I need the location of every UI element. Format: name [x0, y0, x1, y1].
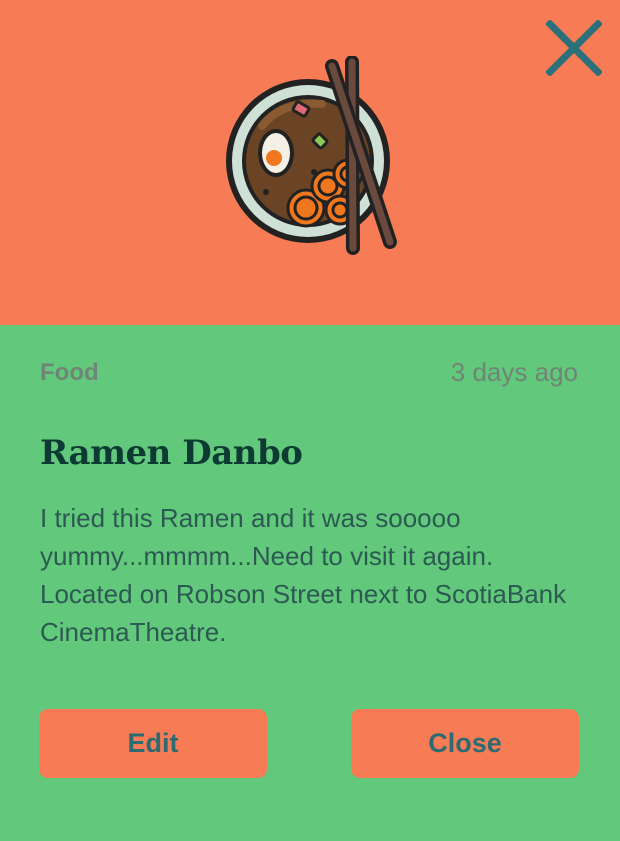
edit-button[interactable]: Edit — [39, 709, 267, 778]
post-detail-card: Food 3 days ago Ramen Danbo I tried this… — [0, 0, 620, 841]
timestamp: 3 days ago — [450, 357, 578, 387]
close-button[interactable]: Close — [351, 709, 579, 778]
ramen-bowl-icon — [226, 56, 397, 255]
hero-banner — [0, 0, 620, 325]
post-content: Food 3 days ago Ramen Danbo I tried this… — [0, 325, 620, 841]
post-description: I tried this Ramen and it was sooooo yum… — [40, 503, 567, 647]
post-title: Ramen Danbo — [40, 433, 303, 473]
category-label: Food — [40, 359, 99, 386]
close-icon[interactable] — [546, 20, 602, 76]
